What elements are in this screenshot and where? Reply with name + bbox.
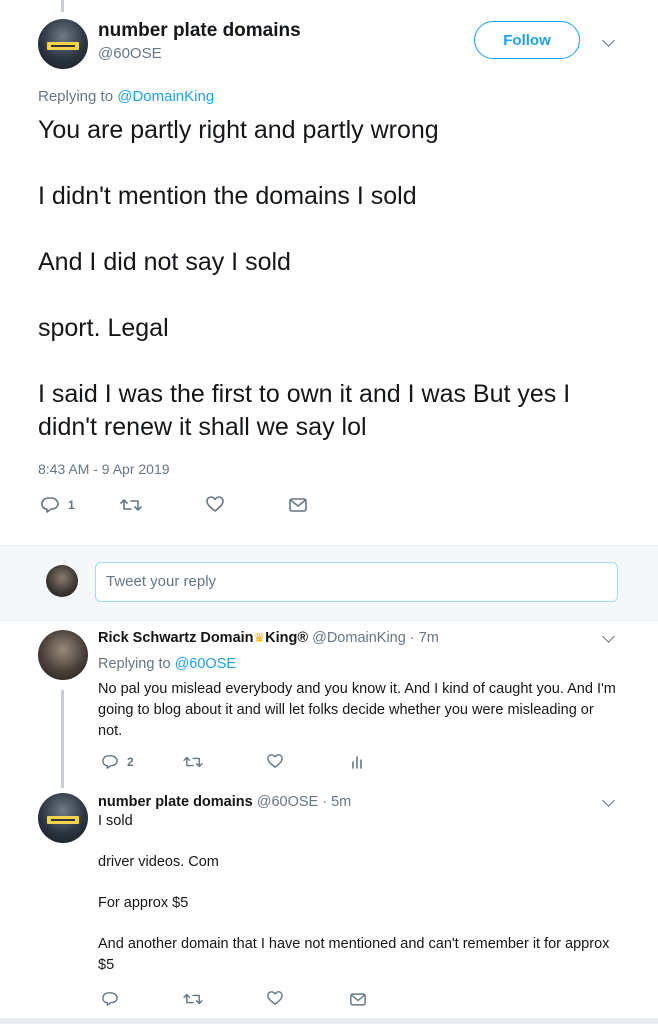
thread-line-top [61, 0, 64, 12]
avatar[interactable] [38, 630, 88, 680]
dm-button[interactable] [288, 497, 308, 513]
like-icon [267, 991, 283, 1005]
tweet-line: And I did not say I sold [38, 248, 291, 276]
number-plate-image [47, 42, 79, 50]
replying-mention-link[interactable]: @60OSE [175, 656, 236, 672]
retweet-button[interactable] [120, 496, 142, 514]
reply-button[interactable]: 1 [40, 496, 75, 514]
thread-connector [61, 690, 64, 788]
reply-icon [102, 992, 118, 1006]
handle-time[interactable]: @DomainKing · 7m [312, 630, 439, 646]
like-button[interactable] [266, 990, 284, 1006]
replying-prefix: Replying to [38, 88, 114, 105]
handle-time[interactable]: @60OSE · 5m [257, 794, 352, 810]
reply-paragraph: And another domain that I have not menti… [98, 936, 610, 973]
tweet-timestamp[interactable]: 8:43 AM - 9 Apr 2019 [38, 461, 170, 477]
my-avatar [46, 565, 78, 597]
tweet-line: sport. Legal [38, 314, 169, 342]
like-button[interactable] [205, 495, 225, 513]
reply-count: 2 [127, 755, 134, 769]
author-name[interactable]: number plate domains [98, 20, 301, 42]
tweet-line: I didn't mention the domains I sold [38, 182, 417, 210]
avatar[interactable] [38, 793, 88, 843]
chevron-down-icon[interactable] [602, 794, 615, 807]
reply-text: No pal you mislead everybody and you kno… [98, 681, 616, 739]
replying-to: Replying to @60OSE [98, 656, 236, 672]
crown-icon: ♛ [253, 630, 266, 645]
reply-paragraph: I sold [98, 813, 133, 829]
author-name[interactable]: Rick Schwartz Domain [98, 630, 254, 646]
follow-button[interactable]: Follow [474, 21, 580, 59]
reply-paragraph: driver videos. Com [98, 854, 219, 870]
reply-button[interactable] [101, 991, 119, 1007]
like-icon [206, 496, 224, 512]
retweet-icon [183, 756, 203, 768]
dm-icon [289, 498, 307, 512]
reply-button[interactable]: 2 [101, 754, 134, 770]
bottom-divider [0, 1018, 658, 1024]
analytics-icon [352, 756, 362, 769]
retweet-icon [120, 499, 142, 511]
retweet-icon [183, 993, 203, 1005]
reply-header: number plate domains @60OSE · 5m [98, 794, 351, 810]
reply-text: I sold driver videos. Com For approx $5 … [98, 811, 618, 976]
retweet-button[interactable] [183, 991, 203, 1007]
replying-prefix: Replying to [98, 656, 171, 672]
reply-header: Rick Schwartz Domain♛King® @DomainKing ·… [98, 630, 439, 646]
replying-mention-link[interactable]: @DomainKing [117, 88, 214, 105]
replying-to: Replying to @DomainKing [38, 88, 214, 105]
tweet-line: You are partly right and partly wrong [38, 116, 439, 144]
chevron-down-icon[interactable] [602, 630, 615, 643]
reply-icon [41, 497, 59, 513]
dm-button[interactable] [349, 992, 367, 1007]
reply-icon [102, 755, 118, 769]
avatar[interactable] [38, 19, 88, 69]
author-handle[interactable]: @60OSE [98, 45, 162, 62]
like-icon [267, 754, 283, 768]
analytics-button[interactable] [350, 753, 364, 769]
tweet-text: You are partly right and partly wrong I … [38, 114, 628, 477]
reply-input[interactable]: Tweet your reply [95, 562, 618, 602]
chevron-down-icon[interactable] [602, 34, 615, 47]
number-plate-image [47, 816, 79, 824]
dm-icon [350, 993, 366, 1006]
retweet-button[interactable] [183, 754, 203, 770]
reply-paragraph: For approx $5 [98, 895, 189, 911]
reply-count: 1 [68, 498, 75, 512]
author-name-suffix[interactable]: King® [265, 630, 308, 646]
tweet-line: I said I was the first to own it and I w… [38, 380, 571, 441]
like-button[interactable] [266, 753, 284, 769]
author-name[interactable]: number plate domains [98, 794, 253, 810]
